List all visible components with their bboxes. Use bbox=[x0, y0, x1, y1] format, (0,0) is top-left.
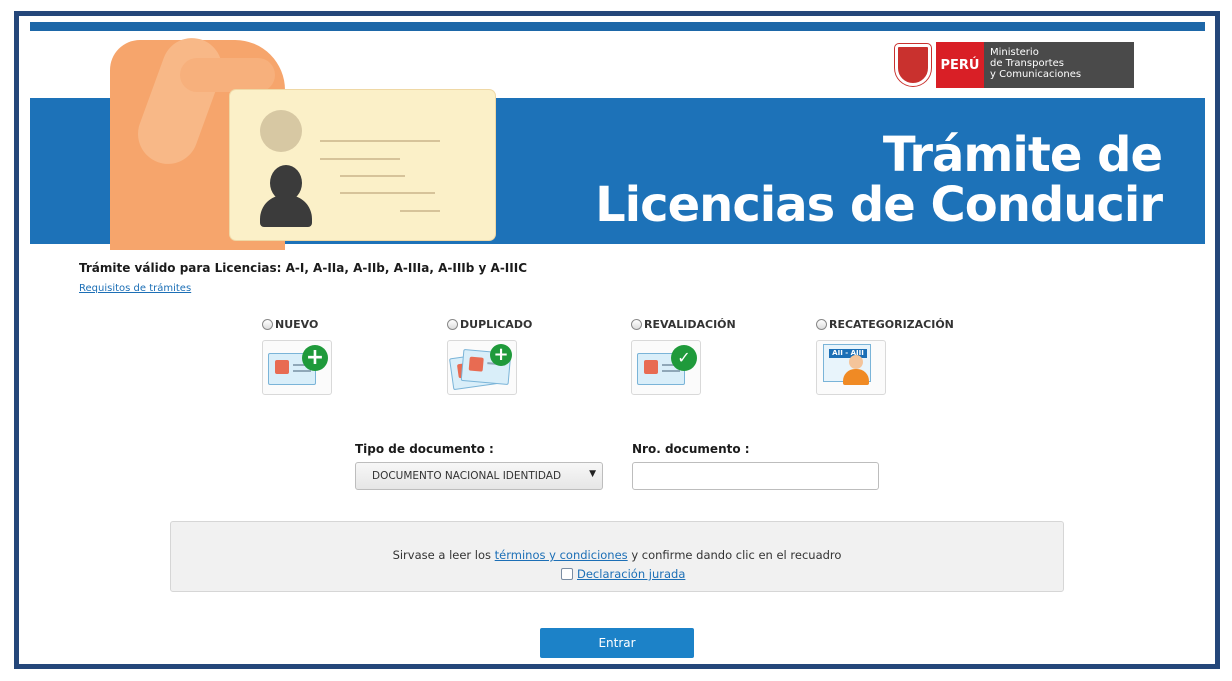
option-revalidacion[interactable]: REVALIDACIÓN ✓ bbox=[631, 318, 781, 395]
option-nuevo-label: NUEVO bbox=[275, 318, 319, 331]
option-recategorizacion-label: RECATEGORIZACIÓN bbox=[829, 318, 954, 331]
duplicate-license-icon[interactable]: + bbox=[447, 340, 517, 395]
radio-revalidacion[interactable] bbox=[631, 319, 642, 330]
option-revalidacion-label: REVALIDACIÓN bbox=[644, 318, 736, 331]
ministry-line-1: Ministerio bbox=[990, 47, 1039, 58]
banner-title-line-2: Licencias de Conducir bbox=[595, 177, 1163, 233]
option-recategorizacion[interactable]: RECATEGORIZACIÓN AII - AIII bbox=[816, 318, 966, 395]
radio-nuevo[interactable] bbox=[262, 319, 273, 330]
government-logo: PERÚ Ministerio de Transportes y Comunic… bbox=[895, 42, 1134, 88]
terms-link[interactable]: términos y condiciones bbox=[495, 548, 628, 562]
doc-type-select[interactable]: DOCUMENTO NACIONAL IDENTIDAD ▼ bbox=[355, 462, 603, 490]
option-duplicado-label: DUPLICADO bbox=[460, 318, 533, 331]
doc-number-label: Nro. documento : bbox=[632, 442, 750, 456]
doc-type-label: Tipo de documento : bbox=[355, 442, 494, 456]
revalidation-icon[interactable]: ✓ bbox=[631, 340, 701, 395]
ministry-line-3: y Comunicaciones bbox=[990, 69, 1082, 80]
requirements-link[interactable]: Requisitos de trámites bbox=[79, 283, 191, 294]
terms-box: Sirvase a leer los términos y condicione… bbox=[170, 521, 1064, 592]
radio-duplicado[interactable] bbox=[447, 319, 458, 330]
dropdown-arrow-icon: ▼ bbox=[589, 469, 596, 479]
doc-number-input[interactable] bbox=[632, 462, 879, 490]
new-license-icon[interactable]: + bbox=[262, 340, 332, 395]
option-duplicado[interactable]: DUPLICADO + bbox=[447, 318, 597, 395]
banner-title-line-1: Trámite de bbox=[882, 127, 1163, 183]
banner-title: Trámite de Licencias de Conducir bbox=[595, 127, 1163, 233]
declaration-checkbox[interactable] bbox=[561, 568, 573, 580]
option-nuevo[interactable]: NUEVO + bbox=[262, 318, 412, 395]
top-stripe bbox=[30, 22, 1205, 31]
terms-text: Sirvase a leer los términos y condicione… bbox=[171, 548, 1063, 562]
valid-licenses-text: Trámite válido para Licencias: A-I, A-II… bbox=[79, 261, 528, 275]
ministry-line-2: de Transportes bbox=[990, 58, 1064, 69]
enter-button[interactable]: Entrar bbox=[540, 628, 694, 658]
recategorization-icon[interactable]: AII - AIII bbox=[816, 340, 886, 395]
terms-text-after: y confirme dando clic en el recuadro bbox=[627, 548, 842, 562]
terms-text-before: Sirvase a leer los bbox=[392, 548, 495, 562]
radio-recategorizacion[interactable] bbox=[816, 319, 827, 330]
declaration-row: Declaración jurada bbox=[561, 567, 685, 581]
peru-logo-text: PERÚ bbox=[936, 42, 984, 88]
doc-type-value: DOCUMENTO NACIONAL IDENTIDAD bbox=[372, 470, 562, 482]
ministry-name: Ministerio de Transportes y Comunicacion… bbox=[984, 42, 1134, 88]
declaration-link[interactable]: Declaración jurada bbox=[577, 567, 685, 581]
coat-of-arms-icon bbox=[895, 44, 931, 86]
